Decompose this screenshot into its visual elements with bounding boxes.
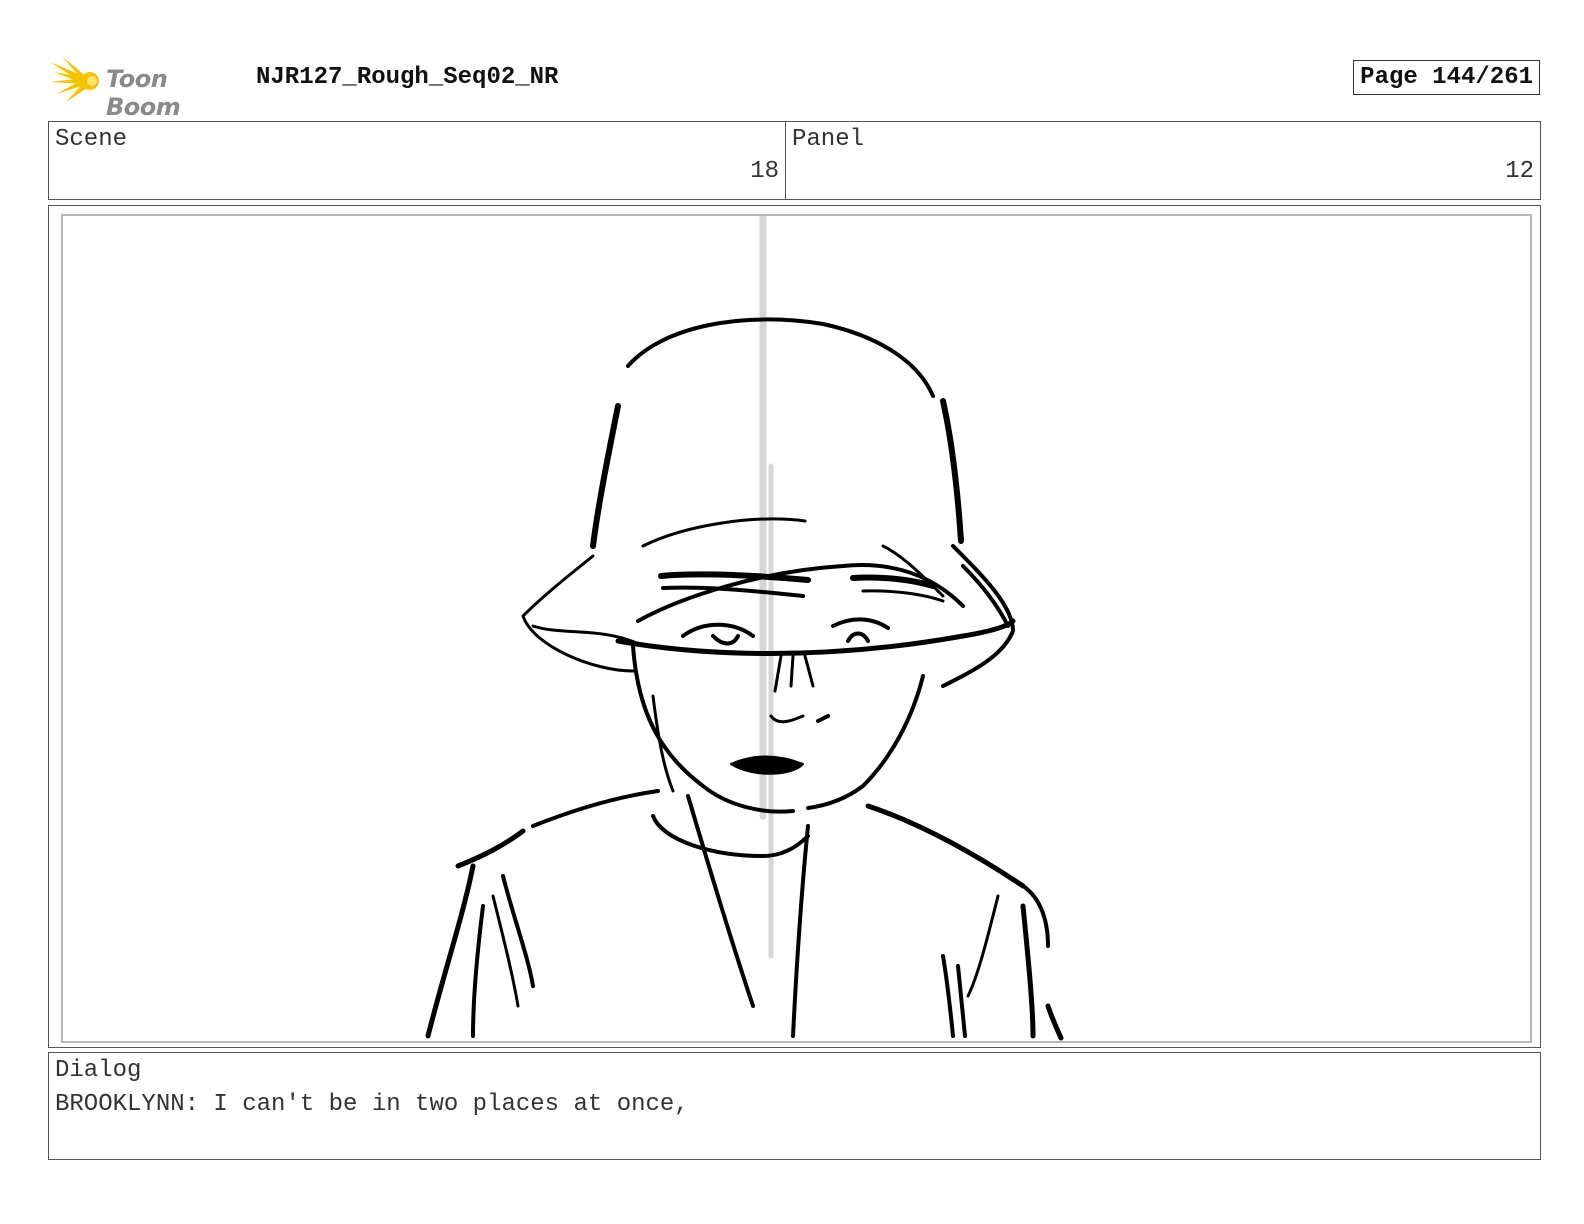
- dialog-box: Dialog BROOKLYNN: I can't be in two plac…: [48, 1052, 1541, 1160]
- scene-panel-info: Scene 18 Panel 12: [48, 121, 1541, 200]
- page-header: Toon Boom NJR127_Rough_Seq02_NR Page 144…: [50, 56, 1540, 121]
- panel-cell: Panel 12: [786, 122, 1540, 199]
- dialog-label: Dialog: [55, 1057, 142, 1084]
- dialog-text: BROOKLYNN: I can't be in two places at o…: [55, 1091, 689, 1118]
- project-title: NJR127_Rough_Seq02_NR: [256, 64, 559, 91]
- panel-number: 12: [1505, 158, 1534, 185]
- scene-label: Scene: [55, 126, 128, 153]
- storyboard-panel: [48, 205, 1541, 1048]
- panel-label: Panel: [792, 126, 865, 153]
- scene-cell: Scene 18: [49, 122, 786, 199]
- toon-boom-logo: Toon Boom: [50, 56, 240, 121]
- logo-text: Toon Boom: [106, 65, 181, 121]
- character-sketch: [425, 216, 1064, 1041]
- page-number-badge: Page 144/261: [1353, 60, 1540, 95]
- scene-number: 18: [750, 158, 779, 185]
- sunburst-icon: [50, 56, 99, 102]
- panel-image-frame: [61, 214, 1532, 1043]
